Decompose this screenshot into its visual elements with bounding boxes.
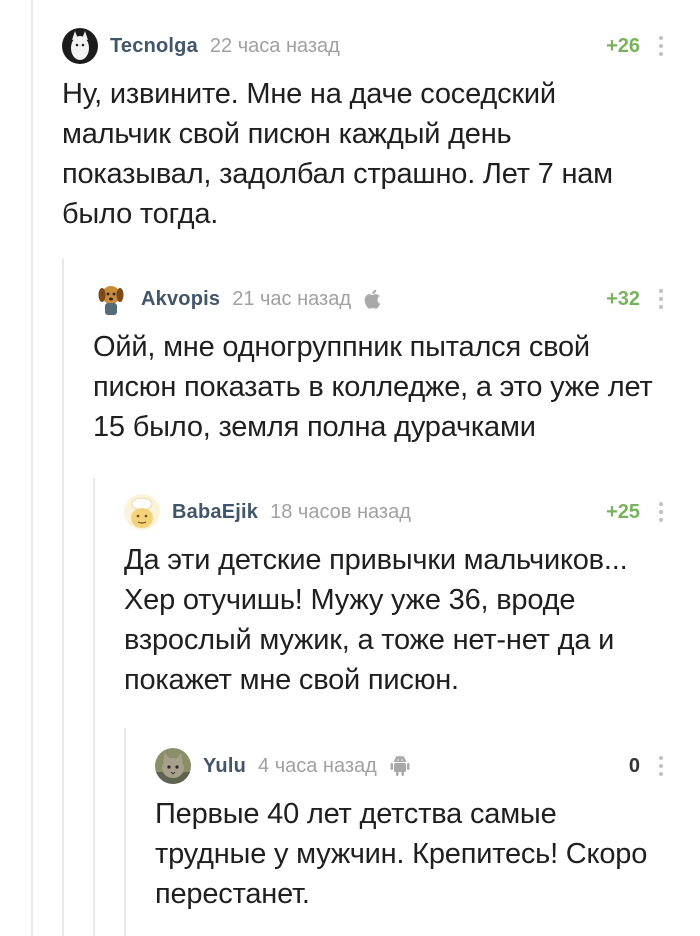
comment-line: было тогда. — [62, 198, 219, 230]
dog-avatar-icon[interactable] — [93, 281, 129, 317]
comment-line: писюн показать в колледже, а это уже лет — [93, 371, 653, 403]
comment-line: Хер отучишь! Мужу уже 36, вроде — [124, 584, 576, 616]
comment-line: Ойй, мне одногруппник пытался свой — [93, 331, 590, 363]
more-options-icon[interactable] — [654, 500, 668, 524]
timestamp[interactable]: 21 час назад — [232, 288, 351, 311]
thread-line-level-3 — [124, 728, 126, 936]
more-options-icon[interactable] — [654, 287, 668, 311]
rating-count: +32 — [606, 287, 640, 310]
comment: Yulu 4 часа назад 0 Первые 40 лет детств… — [155, 748, 672, 914]
thread-line-level-0 — [31, 0, 33, 936]
comment-text: Ойй, мне одногруппник пытался свой писюн… — [93, 327, 672, 447]
chef-avatar-icon[interactable] — [124, 494, 160, 530]
comment-line: Первые 40 лет детства самые — [155, 798, 557, 830]
comment-line: перестанет. — [155, 878, 310, 910]
timestamp[interactable]: 22 часа назад — [210, 35, 340, 58]
comment: Tecnolga 22 часа назад +26 Ну, извините.… — [62, 28, 672, 234]
comment-header: BabaEjik 18 часов назад +25 — [124, 494, 672, 530]
thread-line-level-2 — [93, 478, 95, 936]
comment: Akvopis 21 час назад +32 Ойй, мне одногр… — [93, 281, 672, 447]
timestamp[interactable]: 4 часа назад — [258, 755, 377, 778]
comment-line: Да эти детские привычки мальчиков... — [124, 544, 628, 576]
timestamp[interactable]: 18 часов назад — [270, 501, 411, 524]
comment-line: взрослый мужик, а тоже нет-нет да и — [124, 624, 615, 656]
comment-header: Yulu 4 часа назад 0 — [155, 748, 672, 784]
comment-text: Ну, извините. Мне на даче соседский маль… — [62, 74, 672, 234]
rating-count: +25 — [606, 500, 640, 523]
more-options-icon[interactable] — [654, 34, 668, 58]
more-options-icon[interactable] — [654, 754, 668, 778]
username[interactable]: Tecnolga — [110, 35, 198, 58]
comment-line: показывал, задолбал страшно. Лет 7 нам — [62, 158, 613, 190]
comment-line: 15 было, земля полна дурачками — [93, 411, 536, 443]
username[interactable]: BabaEjik — [172, 501, 258, 524]
comment-line: Ну, извините. Мне на даче соседский — [62, 78, 556, 110]
cat-photo-avatar-icon[interactable] — [155, 748, 191, 784]
rating-count: +26 — [606, 34, 640, 57]
comment: BabaEjik 18 часов назад +25 Да эти детск… — [124, 494, 672, 700]
comment-line: трудные у мужчин. Крепитесь! Скоро — [155, 838, 648, 870]
apple-icon — [363, 288, 383, 310]
android-icon — [389, 754, 411, 778]
username[interactable]: Akvopis — [141, 288, 220, 311]
comment-line: покажет мне свой писюн. — [124, 664, 459, 696]
comment-header: Tecnolga 22 часа назад +26 — [62, 28, 672, 64]
comment-header: Akvopis 21 час назад +32 — [93, 281, 672, 317]
comment-text: Первые 40 лет детства самые трудные у му… — [155, 794, 672, 914]
username[interactable]: Yulu — [203, 755, 246, 778]
comment-text: Да эти детские привычки мальчиков... Хер… — [124, 540, 672, 700]
comment-line: мальчик свой писюн каждый день — [62, 118, 512, 150]
cat-avatar-icon[interactable] — [62, 28, 98, 64]
rating-count: 0 — [628, 754, 640, 777]
thread-line-level-1 — [62, 258, 64, 936]
